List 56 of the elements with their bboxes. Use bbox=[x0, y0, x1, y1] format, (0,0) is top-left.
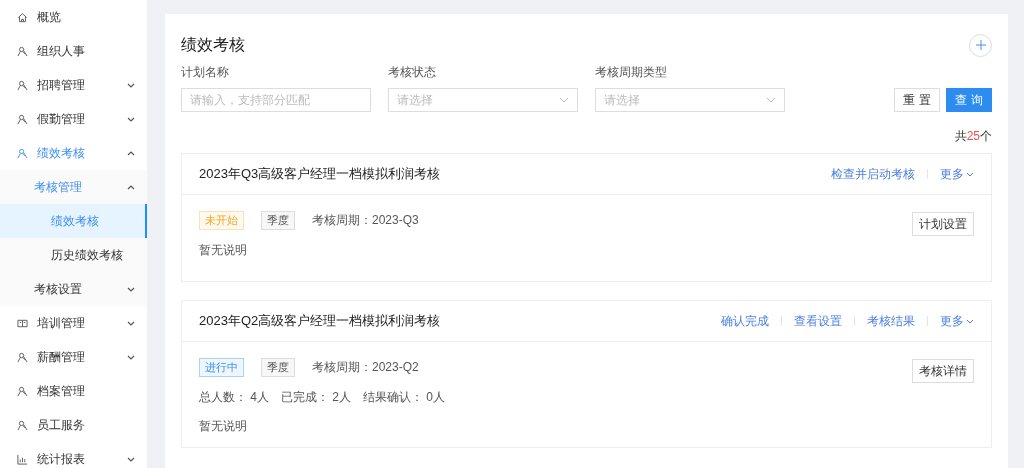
plan-title: 2023年Q3高级客户经理一档模拟利润考核 bbox=[199, 165, 441, 183]
sidebar-item[interactable]: 考核设置 bbox=[0, 272, 147, 306]
board-icon bbox=[17, 317, 28, 329]
more-link[interactable]: 更多 bbox=[940, 312, 974, 330]
period-tag: 季度 bbox=[261, 358, 295, 377]
plan-title: 2023年Q2高级客户经理一档模拟利润考核 bbox=[199, 312, 441, 330]
add-button[interactable] bbox=[969, 33, 992, 57]
chevron-icon bbox=[966, 318, 974, 324]
sidebar-item[interactable]: 历史绩效考核 bbox=[0, 238, 147, 272]
status-tag: 进行中 bbox=[199, 358, 244, 377]
page-title: 绩效考核 bbox=[181, 34, 245, 55]
action-link[interactable]: 查看设置 bbox=[794, 312, 842, 330]
filter-label: 计划名称 bbox=[181, 64, 230, 81]
sidebar-item[interactable]: 绩效考核 bbox=[0, 136, 147, 170]
input-field[interactable]: 请输入，支持部分匹配 bbox=[181, 88, 371, 112]
description-text: 暂无说明 bbox=[199, 242, 247, 259]
action-link[interactable]: 确认完成 bbox=[721, 312, 769, 330]
more-link[interactable]: 更多 bbox=[940, 165, 974, 183]
sidebar-item[interactable]: 员工服务 bbox=[0, 408, 147, 442]
reset-button[interactable]: 重 置 bbox=[894, 88, 940, 112]
chevron-icon bbox=[559, 97, 569, 103]
stat-text: 总人数： 4人 bbox=[199, 389, 269, 406]
sidebar-item[interactable]: 假勤管理 bbox=[0, 102, 147, 136]
sidebar-item[interactable]: 组织人事 bbox=[0, 34, 147, 68]
chevron-icon bbox=[966, 171, 974, 177]
bar-chart-icon bbox=[17, 453, 28, 465]
chevron-icon bbox=[766, 97, 776, 103]
home-icon bbox=[17, 11, 28, 23]
stat-text: 结果确认： 0人 bbox=[363, 389, 446, 406]
person-icon bbox=[17, 113, 28, 125]
filter-label: 考核周期类型 bbox=[595, 64, 668, 81]
person-icon bbox=[17, 147, 28, 159]
plan-button[interactable]: 计划设置 bbox=[912, 212, 974, 236]
period-text: 考核周期：2023-Q3 bbox=[312, 212, 419, 229]
person-icon bbox=[17, 351, 28, 363]
sidebar-item[interactable]: 档案管理 bbox=[0, 374, 147, 408]
plan-button[interactable]: 考核详情 bbox=[912, 359, 974, 383]
period-text: 考核周期：2023-Q2 bbox=[312, 359, 419, 376]
person-icon bbox=[17, 45, 28, 57]
plus-icon bbox=[975, 40, 986, 50]
description-text: 暂无说明 bbox=[199, 418, 247, 435]
filter-label: 考核状态 bbox=[388, 64, 437, 81]
action-link[interactable]: 考核结果 bbox=[867, 312, 915, 330]
sidebar-item[interactable]: 统计报表 bbox=[0, 442, 147, 468]
period-tag: 季度 bbox=[261, 211, 295, 230]
sidebar-item[interactable]: 薪酬管理 bbox=[0, 340, 147, 374]
action-link[interactable]: 检查并启动考核 bbox=[831, 165, 915, 183]
stat-text: 已完成： 2人 bbox=[281, 389, 352, 406]
person-icon bbox=[17, 385, 28, 397]
person-icon bbox=[17, 79, 28, 91]
sidebar-item[interactable]: 培训管理 bbox=[0, 306, 147, 340]
sidebar-item[interactable]: 招聘管理 bbox=[0, 68, 147, 102]
result-count: 共25个 bbox=[954, 128, 992, 145]
status-tag: 未开始 bbox=[199, 211, 244, 230]
sidebar-item[interactable]: 概览 bbox=[0, 0, 147, 34]
person-icon bbox=[17, 419, 28, 431]
